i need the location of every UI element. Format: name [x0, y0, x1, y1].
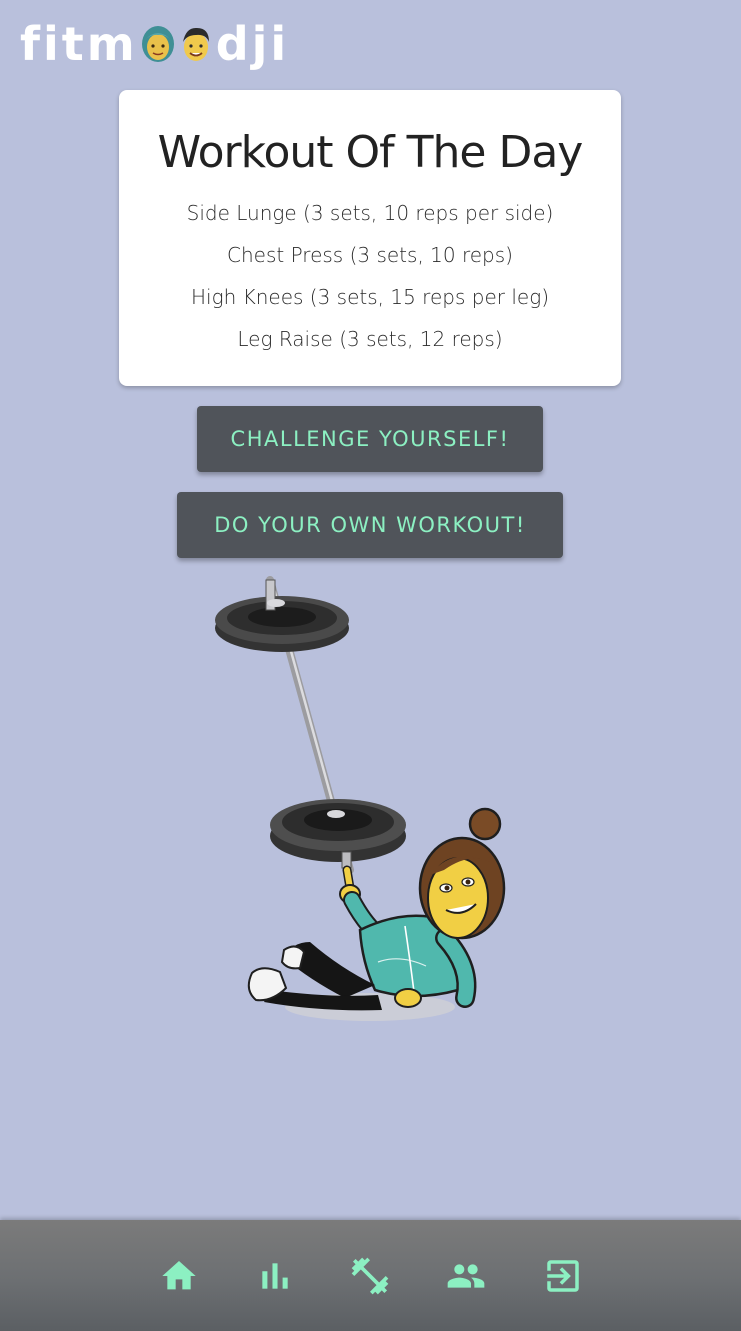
- avatar-barbell-illustration: [200, 570, 540, 1040]
- logo-faces: [140, 24, 214, 64]
- bottom-nav: [0, 1220, 741, 1331]
- list-item: Chest Press (3 sets, 10 reps): [227, 243, 513, 267]
- challenge-yourself-button[interactable]: CHALLENGE YOURSELF!: [197, 406, 543, 472]
- card-title: Workout Of The Day: [157, 127, 584, 178]
- home-icon: [162, 1261, 196, 1290]
- nav-workout[interactable]: [348, 1254, 392, 1298]
- group-icon: [447, 1264, 485, 1288]
- bar-chart-icon: [262, 1263, 288, 1289]
- nav-friends[interactable]: [444, 1254, 488, 1298]
- do-your-own-workout-button[interactable]: DO YOUR OWN WORKOUT!: [177, 492, 563, 558]
- logo-text-prefix: fitm: [20, 17, 138, 71]
- list-item: High Knees (3 sets, 15 reps per leg): [190, 285, 549, 309]
- nav-logout[interactable]: [541, 1254, 585, 1298]
- list-item: Side Lunge (3 sets, 10 reps per side): [186, 201, 554, 225]
- female-avatar-face-icon: [141, 26, 174, 62]
- dumbbell-icon: [351, 1257, 389, 1295]
- nav-stats[interactable]: [253, 1254, 297, 1298]
- nav-home[interactable]: [157, 1254, 201, 1298]
- workout-of-the-day-card: Workout Of The Day Side Lunge (3 sets, 1…: [119, 90, 621, 386]
- bitmoji-barbell-icon: [215, 576, 506, 1021]
- logout-icon: [547, 1260, 579, 1292]
- list-item: Leg Raise (3 sets, 12 reps): [237, 327, 503, 351]
- male-avatar-face-icon: [182, 27, 209, 61]
- app-logo[interactable]: fitm dji: [20, 18, 289, 70]
- exercise-list: Side Lunge (3 sets, 10 reps per side) Ch…: [119, 192, 621, 360]
- logo-text-suffix: dji: [215, 17, 290, 71]
